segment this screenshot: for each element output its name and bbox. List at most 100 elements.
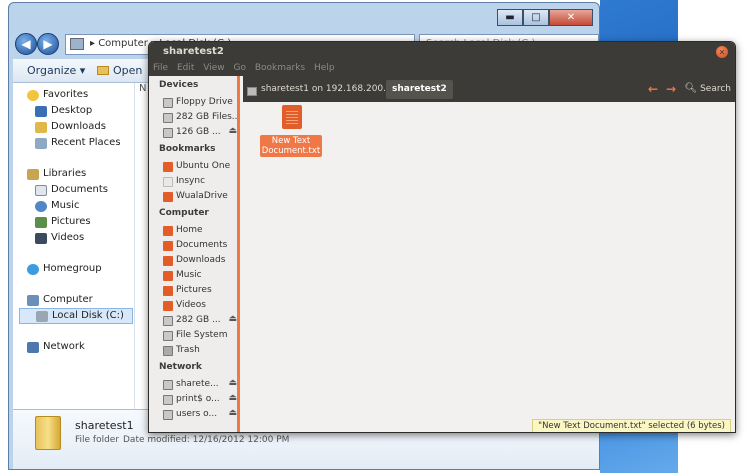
text-file-icon xyxy=(282,105,302,129)
network-icon xyxy=(27,342,39,353)
eject-icon[interactable]: ⏏ xyxy=(228,126,237,136)
open-button[interactable]: Open xyxy=(97,64,142,77)
pictures-icon xyxy=(163,286,173,296)
drive-icon xyxy=(163,128,173,138)
eject-icon[interactable]: ⏏ xyxy=(228,314,237,324)
nav-local-disk[interactable]: Local Disk (C:) xyxy=(19,308,133,324)
nav-downloads[interactable]: Downloads xyxy=(13,120,123,136)
sidebar-item-documents[interactable]: Documents xyxy=(163,239,237,253)
star-icon xyxy=(27,90,39,101)
sidebar-label: Trash xyxy=(176,345,200,355)
nav-network[interactable]: Network xyxy=(13,340,123,356)
sidebar-item-sharetest[interactable]: sharete... ⏏ xyxy=(163,378,237,392)
computer-icon xyxy=(27,295,39,306)
home-icon xyxy=(163,226,173,236)
menu-bar: File Edit View Go Bookmarks Help xyxy=(149,62,735,76)
nav-label: Downloads xyxy=(51,121,106,132)
floppy-icon xyxy=(163,98,173,108)
nav-homegroup[interactable]: Homegroup xyxy=(13,262,123,278)
folder-icon xyxy=(163,162,173,172)
details-date: Date modified: 12/16/2012 12:00 PM xyxy=(123,435,290,445)
sidebar-item-126gb[interactable]: 126 GB ... ⏏ xyxy=(163,126,237,140)
nav-label: Network xyxy=(43,341,85,352)
close-icon[interactable]: ✕ xyxy=(716,46,728,58)
forward-arrow-icon[interactable]: → xyxy=(666,82,676,96)
forward-button[interactable]: ▶ xyxy=(37,33,59,55)
file-name-label: New Text Document.txt xyxy=(260,135,322,157)
sidebar-item-music[interactable]: Music xyxy=(163,269,237,283)
documents-icon xyxy=(163,241,173,251)
eject-icon[interactable]: ⏏ xyxy=(228,378,237,388)
nav-desktop[interactable]: Desktop xyxy=(13,104,123,120)
sidebar-label: Downloads xyxy=(176,255,226,265)
file-item[interactable]: New Text Document.txt xyxy=(260,105,322,157)
menu-edit[interactable]: Edit xyxy=(177,63,194,73)
drive-icon xyxy=(163,316,173,326)
menu-go[interactable]: Go xyxy=(233,63,245,73)
drive-icon xyxy=(36,311,48,322)
nav-documents[interactable]: Documents xyxy=(13,183,123,199)
nav-videos[interactable]: Videos xyxy=(13,231,123,247)
sidebar-item-users[interactable]: users o... ⏏ xyxy=(163,408,237,422)
sidebar-item-wualadrive[interactable]: WualaDrive xyxy=(163,190,237,204)
sidebar-label: Videos xyxy=(176,300,206,310)
nav-label: Videos xyxy=(51,232,85,243)
eject-icon[interactable]: ⏏ xyxy=(228,408,237,418)
sidebar-item-ubuntu-one[interactable]: Ubuntu One xyxy=(163,160,237,174)
sidebar-label: 126 GB ... xyxy=(176,127,221,137)
sidebar-item-floppy[interactable]: Floppy Drive xyxy=(163,96,237,110)
sidebar-item-insync[interactable]: Insync xyxy=(163,175,237,189)
sidebar-item-videos[interactable]: Videos xyxy=(163,299,237,313)
videos-icon xyxy=(163,301,173,311)
open-folder-icon xyxy=(97,66,109,75)
close-button[interactable]: ✕ xyxy=(549,9,593,26)
sidebar-item-pictures[interactable]: Pictures xyxy=(163,284,237,298)
menu-view[interactable]: View xyxy=(203,63,224,73)
organize-button[interactable]: Organize ▾ xyxy=(27,64,85,77)
nav-computer[interactable]: Computer xyxy=(13,293,123,309)
nav-label: Homegroup xyxy=(43,263,102,274)
nav-pictures[interactable]: Pictures xyxy=(13,215,123,231)
details-type: File folder xyxy=(75,435,120,445)
nav-label: Pictures xyxy=(51,216,91,227)
desktop-icon xyxy=(35,106,47,117)
network-share-icon xyxy=(247,87,257,96)
nav-label: Documents xyxy=(51,184,109,195)
nav-recent-places[interactable]: Recent Places xyxy=(13,136,123,152)
folder-icon xyxy=(35,416,61,450)
minimize-button[interactable]: ▬ xyxy=(497,9,523,26)
sidebar-item-file-system[interactable]: File System xyxy=(163,329,237,343)
menu-bookmarks[interactable]: Bookmarks xyxy=(255,63,305,73)
drive-icon xyxy=(163,113,173,123)
downloads-icon xyxy=(35,122,47,133)
network-share-icon xyxy=(163,380,173,390)
maximize-button[interactable]: □ xyxy=(523,9,549,26)
sidebar-label: 282 GB Files... xyxy=(176,112,237,122)
nav-favorites[interactable]: Favorites xyxy=(13,88,123,104)
nav-label: Music xyxy=(51,200,80,211)
nav-libraries[interactable]: Libraries xyxy=(13,167,123,183)
menu-file[interactable]: File xyxy=(153,63,168,73)
file-name-line2: Document.txt xyxy=(261,146,321,156)
nav-music[interactable]: Music xyxy=(13,199,123,215)
sidebar-label: print$ o... xyxy=(176,394,220,404)
file-view[interactable]: New Text Document.txt "New Text Document… xyxy=(243,102,735,432)
sidebar-item-282gb-files[interactable]: 282 GB Files... xyxy=(163,111,237,125)
sidebar-item-trash[interactable]: Trash xyxy=(163,344,237,358)
breadcrumb-parent[interactable]: sharetest1 on 192.168.200.30 xyxy=(243,80,403,99)
menu-help[interactable]: Help xyxy=(314,63,335,73)
back-arrow-icon[interactable]: ← xyxy=(648,82,658,96)
nav-label: Local Disk (C:) xyxy=(52,310,124,321)
devices-header: Devices xyxy=(159,80,199,90)
sidebar-item-home[interactable]: Home xyxy=(163,224,237,238)
sidebar-item-downloads[interactable]: Downloads xyxy=(163,254,237,268)
sidebar-item-282gb[interactable]: 282 GB ... ⏏ xyxy=(163,314,237,328)
breadcrumb-current[interactable]: sharetest2 xyxy=(386,80,453,99)
eject-icon[interactable]: ⏏ xyxy=(228,393,237,403)
search-button[interactable]: 🔍︎ Search xyxy=(685,83,732,94)
places-sidebar: Devices Floppy Drive 282 GB Files... 126… xyxy=(149,76,240,432)
sidebar-label: Floppy Drive xyxy=(176,97,233,107)
back-button[interactable]: ◀ xyxy=(15,33,37,55)
sidebar-label: Documents xyxy=(176,240,228,250)
sidebar-item-print[interactable]: print$ o... ⏏ xyxy=(163,393,237,407)
